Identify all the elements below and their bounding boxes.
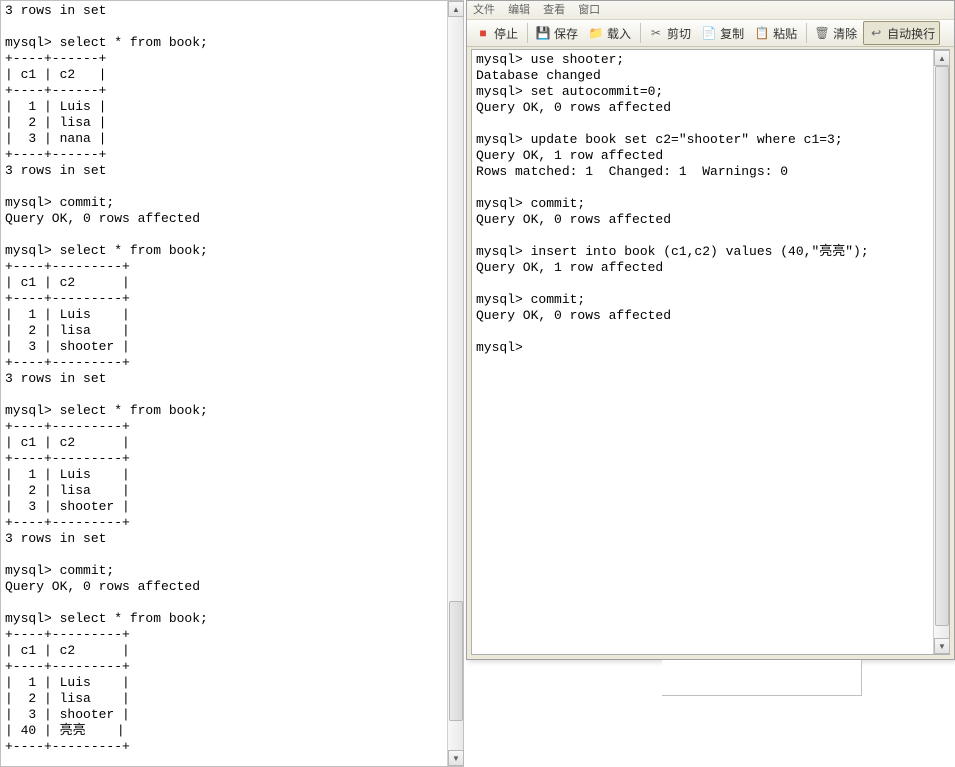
save-button[interactable]: 💾 保存 bbox=[531, 22, 582, 44]
scroll-thumb[interactable] bbox=[449, 601, 463, 721]
left-terminal-window: 3 rows in set mysql> select * from book;… bbox=[0, 0, 464, 767]
right-scrollbar[interactable]: ▲ ▼ bbox=[933, 50, 949, 654]
scroll-up-icon[interactable]: ▲ bbox=[448, 1, 464, 17]
left-terminal-viewport[interactable]: 3 rows in set mysql> select * from book;… bbox=[1, 1, 447, 766]
right-terminal-panel: mysql> use shooter; Database changed mys… bbox=[471, 49, 950, 655]
paste-button[interactable]: 📋 粘贴 bbox=[750, 22, 801, 44]
folder-icon: 📁 bbox=[588, 25, 604, 41]
clear-label: 清除 bbox=[833, 25, 857, 42]
wrap-toggle[interactable]: ↩ 自动换行 bbox=[863, 21, 940, 45]
paste-label: 粘贴 bbox=[773, 25, 797, 42]
load-button[interactable]: 📁 载入 bbox=[584, 22, 635, 44]
toolbar-separator bbox=[640, 23, 641, 43]
save-icon: 💾 bbox=[535, 25, 551, 41]
left-scrollbar[interactable]: ▲ ▼ bbox=[447, 1, 463, 766]
wrap-label: 自动换行 bbox=[887, 25, 935, 42]
stop-button[interactable]: ■ 停止 bbox=[471, 22, 522, 44]
menu-edit[interactable]: 编辑 bbox=[508, 4, 530, 16]
right-terminal-window: 文件 编辑 查看 窗口 ■ 停止 💾 保存 📁 载入 ✂ 剪切 bbox=[466, 0, 955, 660]
copy-icon: 📄 bbox=[701, 25, 717, 41]
left-terminal-output: 3 rows in set mysql> select * from book;… bbox=[1, 1, 447, 757]
scroll-down-icon[interactable]: ▼ bbox=[934, 638, 950, 654]
menubar: 文件 编辑 查看 窗口 bbox=[467, 1, 954, 20]
save-label: 保存 bbox=[554, 25, 578, 42]
panel-fragment bbox=[662, 660, 862, 696]
scroll-up-icon[interactable]: ▲ bbox=[934, 50, 950, 66]
menu-view[interactable]: 查看 bbox=[543, 4, 565, 16]
toolbar-separator bbox=[806, 23, 807, 43]
cut-label: 剪切 bbox=[667, 25, 691, 42]
menu-file[interactable]: 文件 bbox=[473, 4, 495, 16]
stop-icon: ■ bbox=[475, 25, 491, 41]
trash-icon: 🗑 bbox=[814, 25, 830, 41]
cut-button[interactable]: ✂ 剪切 bbox=[644, 22, 695, 44]
clear-button[interactable]: 🗑 清除 bbox=[810, 22, 861, 44]
toolbar: ■ 停止 💾 保存 📁 载入 ✂ 剪切 📄 复制 📋 bbox=[467, 20, 954, 47]
scroll-down-icon[interactable]: ▼ bbox=[448, 750, 464, 766]
right-terminal-viewport[interactable]: mysql> use shooter; Database changed mys… bbox=[472, 50, 933, 654]
right-terminal-output: mysql> use shooter; Database changed mys… bbox=[472, 50, 933, 358]
load-label: 载入 bbox=[607, 25, 631, 42]
scissors-icon: ✂ bbox=[648, 25, 664, 41]
toolbar-separator bbox=[527, 23, 528, 43]
stop-label: 停止 bbox=[494, 25, 518, 42]
copy-label: 复制 bbox=[720, 25, 744, 42]
copy-button[interactable]: 📄 复制 bbox=[697, 22, 748, 44]
scroll-thumb[interactable] bbox=[935, 66, 949, 626]
clipboard-icon: 📋 bbox=[754, 25, 770, 41]
menu-window[interactable]: 窗口 bbox=[578, 4, 600, 16]
wrap-icon: ↩ bbox=[868, 25, 884, 41]
